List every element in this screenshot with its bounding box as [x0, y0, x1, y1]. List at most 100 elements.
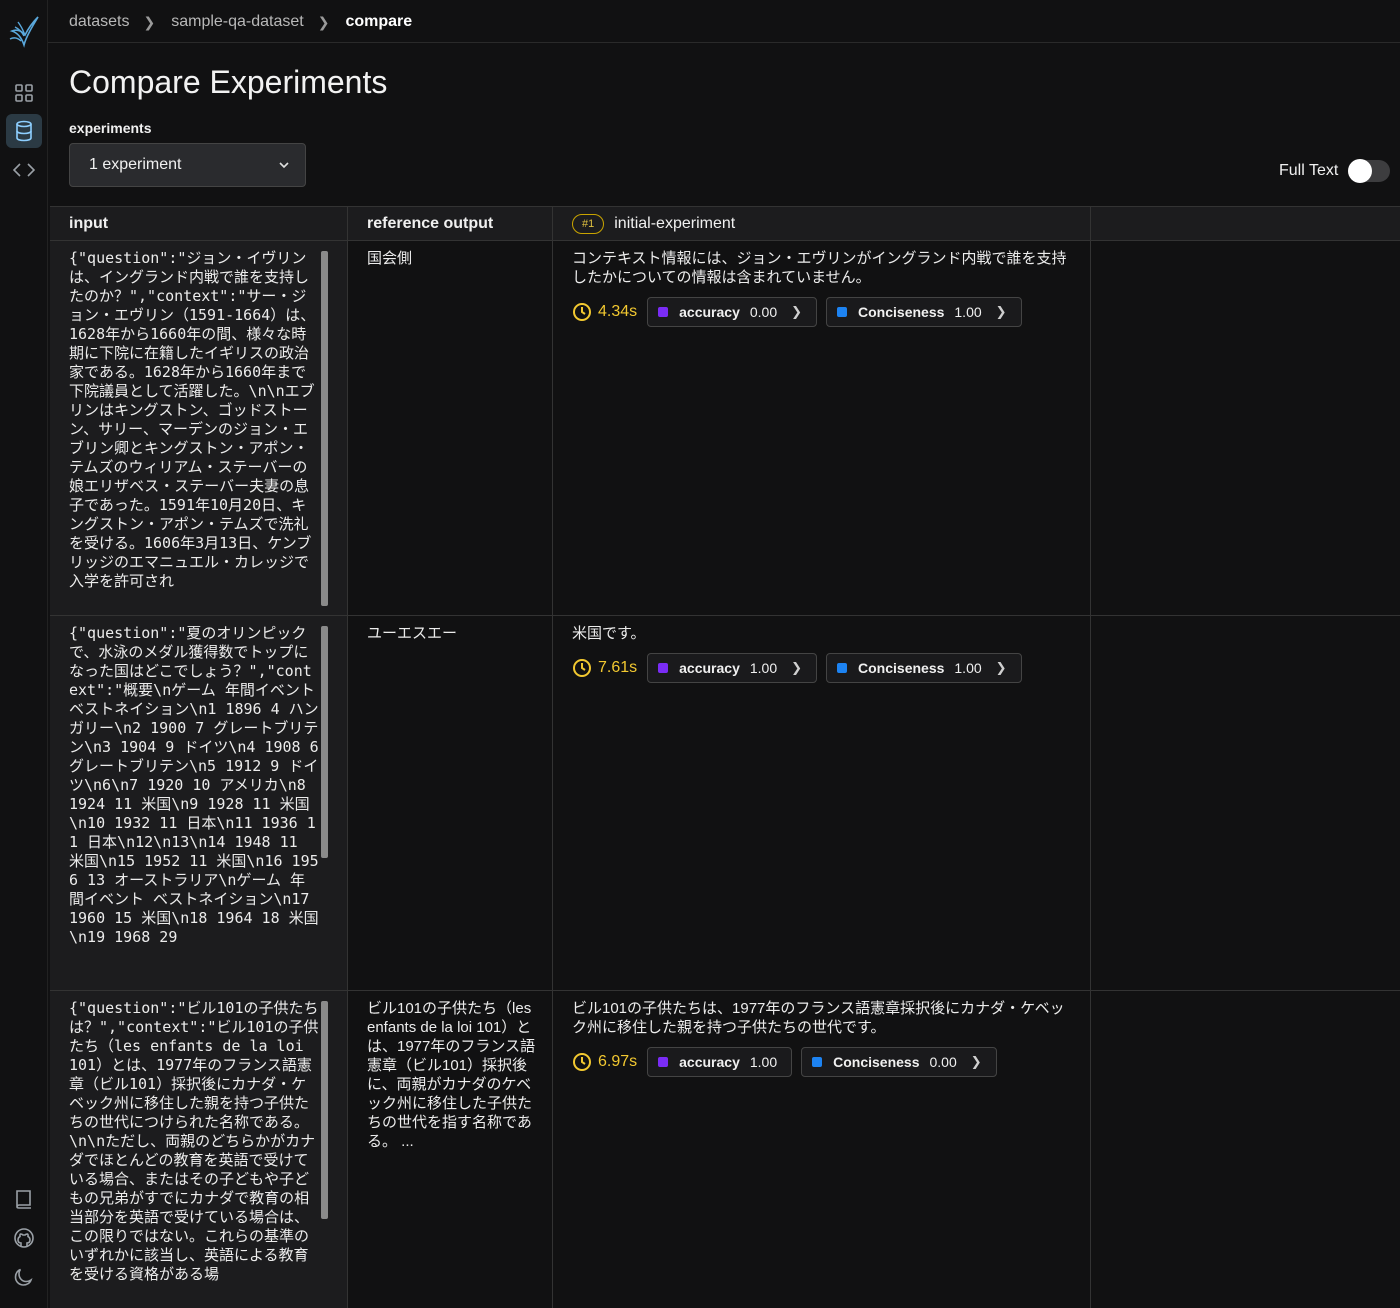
- conciseness-feedback-chip[interactable]: Conciseness 1.00 ❯: [826, 653, 1022, 683]
- column-header-reference: reference output: [348, 207, 553, 241]
- latency: 6.97s: [572, 1052, 637, 1072]
- metrics-row: 7.61s accuracy 1.00 ❯ Conciseness 1.00 ❯: [572, 653, 1031, 683]
- empty-cell: [1091, 991, 1400, 1308]
- latency-value: 6.97s: [598, 1053, 638, 1070]
- table-row[interactable]: {"question":"ビル101の子供たちは？","context":"ビル…: [50, 991, 1400, 1308]
- experiment-output-cell: コンテキスト情報には、ジョン・エヴリンがイングランド内戦で誰を支持したかについて…: [553, 241, 1091, 615]
- chevron-right-icon: ❯: [791, 660, 803, 675]
- feedback-score: 1.00: [954, 660, 982, 676]
- latency: 4.34s: [572, 302, 637, 322]
- experiments-label: experiments: [69, 120, 152, 136]
- accuracy-feedback-chip[interactable]: accuracy 0.00 ❯: [647, 297, 818, 327]
- input-cell: {"question":"ジョン・イヴリンは、イングランド内戦で誰を支持したのか…: [50, 241, 348, 615]
- breadcrumb-dataset[interactable]: sample-qa-dataset: [171, 13, 304, 31]
- chevron-right-icon: ❯: [143, 13, 156, 30]
- feedback-name: Conciseness: [858, 660, 945, 676]
- column-header-experiment[interactable]: #1 initial-experiment: [553, 207, 1091, 241]
- accuracy-color-swatch: [658, 663, 669, 673]
- accuracy-color-swatch: [658, 307, 669, 317]
- feedback-name: Conciseness: [833, 1054, 920, 1070]
- feedback-score: 1.00: [749, 1054, 778, 1070]
- chevron-right-icon: ❯: [791, 304, 803, 319]
- feedback-score: 0.00: [749, 304, 778, 320]
- header-divider: [48, 42, 1400, 43]
- conciseness-color-swatch: [837, 307, 848, 317]
- empty-cell: [1091, 616, 1400, 990]
- reference-cell: ユーエスエー: [348, 616, 553, 990]
- logo-icon[interactable]: [6, 14, 42, 48]
- github-icon[interactable]: [6, 1221, 42, 1255]
- output-text: コンテキスト情報には、ジョン・エヴリンがイングランド内戦で誰を支持したかについて…: [572, 250, 1067, 286]
- experiments-select[interactable]: 1 experiment: [69, 143, 306, 187]
- docs-book-icon[interactable]: [6, 1182, 42, 1216]
- table-header: input reference output #1 initial-experi…: [50, 206, 1400, 241]
- sidebar: [0, 0, 48, 1308]
- experiment-number-badge: #1: [572, 214, 605, 234]
- accuracy-feedback-chip[interactable]: accuracy 1.00: [647, 1047, 793, 1077]
- scrollbar[interactable]: [321, 626, 328, 858]
- table-row[interactable]: {"question":"夏のオリンピックで、水泳のメダル獲得数でトップになった…: [50, 616, 1400, 991]
- dark-mode-moon-icon[interactable]: [6, 1260, 42, 1294]
- feedback-score: 1.00: [954, 304, 982, 320]
- projects-grid-icon[interactable]: [6, 76, 42, 110]
- column-header-empty: [1091, 207, 1400, 241]
- full-text-label: Full Text: [1279, 162, 1339, 179]
- experiment-name: initial-experiment: [614, 215, 736, 232]
- table-row[interactable]: {"question":"ジョン・イヴリンは、イングランド内戦で誰を支持したのか…: [50, 241, 1400, 616]
- reference-cell: 国会側: [348, 241, 553, 615]
- latency-value: 7.61s: [598, 659, 638, 676]
- conciseness-color-swatch: [837, 663, 848, 673]
- datasets-database-icon[interactable]: [6, 114, 42, 148]
- reference-cell: ビル101の子供たち（les enfants de la loi 101）とは、…: [348, 991, 553, 1308]
- output-text: ビル101の子供たちは、1977年のフランス語憲章採択後にカナダ・ケベック州に移…: [572, 1000, 1065, 1036]
- metrics-row: 6.97s accuracy 1.00 Conciseness 0.00 ❯: [572, 1047, 1006, 1077]
- conciseness-feedback-chip[interactable]: Conciseness 0.00 ❯: [801, 1047, 997, 1077]
- breadcrumb: datasets ❯ sample-qa-dataset ❯ compare: [69, 12, 412, 32]
- input-text: {"question":"ビル101の子供たちは？","context":"ビル…: [69, 999, 319, 1283]
- feedback-name: accuracy: [679, 660, 740, 676]
- accuracy-color-swatch: [658, 1057, 669, 1067]
- breadcrumb-current: compare: [345, 13, 413, 30]
- chevron-down-icon: [279, 162, 289, 169]
- input-cell: {"question":"ビル101の子供たちは？","context":"ビル…: [50, 991, 348, 1308]
- experiment-output-cell: ビル101の子供たちは、1977年のフランス語憲章採択後にカナダ・ケベック州に移…: [553, 991, 1091, 1308]
- input-text: {"question":"ジョン・イヴリンは、イングランド内戦で誰を支持したのか…: [69, 249, 316, 590]
- breadcrumb-datasets[interactable]: datasets: [69, 13, 129, 31]
- toggle-knob: [1348, 159, 1373, 183]
- reference-text: 国会側: [367, 250, 413, 267]
- input-text: {"question":"夏のオリンピックで、水泳のメダル獲得数でトップになった…: [69, 624, 319, 946]
- conciseness-color-swatch: [812, 1057, 823, 1067]
- latency-value: 4.34s: [598, 303, 638, 320]
- scrollbar[interactable]: [321, 251, 328, 606]
- column-header-input: input: [50, 207, 348, 241]
- input-cell: {"question":"夏のオリンピックで、水泳のメダル獲得数でトップになった…: [50, 616, 348, 990]
- full-text-control: Full Text: [1279, 159, 1391, 183]
- output-text: 米国です。: [572, 625, 646, 642]
- feedback-name: Conciseness: [858, 304, 945, 320]
- chevron-right-icon: ❯: [317, 13, 330, 30]
- accuracy-feedback-chip[interactable]: accuracy 1.00 ❯: [647, 653, 818, 683]
- chevron-right-icon: ❯: [995, 660, 1007, 675]
- clock-icon: [573, 659, 591, 677]
- scrollbar[interactable]: [321, 1001, 328, 1219]
- latency: 7.61s: [572, 658, 637, 678]
- clock-icon: [573, 303, 591, 321]
- metrics-row: 4.34s accuracy 0.00 ❯ Conciseness 1.00 ❯: [572, 297, 1031, 327]
- empty-cell: [1091, 241, 1400, 615]
- feedback-name: accuracy: [679, 304, 740, 320]
- chevron-right-icon: ❯: [995, 304, 1007, 319]
- feedback-score: 1.00: [749, 660, 778, 676]
- feedback-name: accuracy: [679, 1054, 740, 1070]
- reference-text: ビル101の子供たち（les enfants de la loi 101）とは、…: [367, 1000, 536, 1150]
- conciseness-feedback-chip[interactable]: Conciseness 1.00 ❯: [826, 297, 1022, 327]
- code-icon[interactable]: [6, 153, 42, 187]
- feedback-score: 0.00: [929, 1054, 957, 1070]
- full-text-toggle[interactable]: [1348, 159, 1391, 183]
- experiment-output-cell: 米国です。 7.61s accuracy 1.00 ❯ Conciseness …: [553, 616, 1091, 990]
- compare-table: input reference output #1 initial-experi…: [50, 206, 1400, 1308]
- clock-icon: [573, 1053, 591, 1071]
- reference-text: ユーエスエー: [367, 625, 458, 642]
- experiments-selected-value: 1 experiment: [89, 156, 182, 173]
- chevron-right-icon: ❯: [970, 1054, 982, 1069]
- page-title: Compare Experiments: [69, 64, 388, 100]
